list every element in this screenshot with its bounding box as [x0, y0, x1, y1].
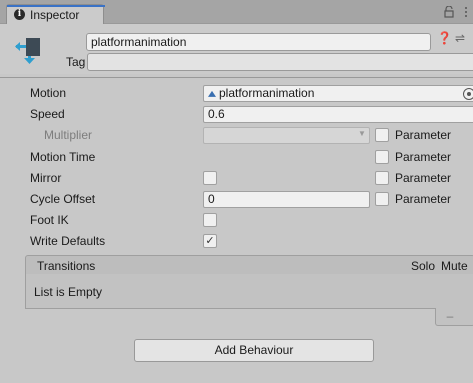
tab-active-indicator [7, 5, 105, 7]
foot-ik-checkbox[interactable] [203, 213, 217, 227]
header-divider [0, 77, 473, 78]
tag-label: Tag [66, 55, 86, 69]
state-name-input[interactable]: platformanimation [86, 33, 431, 51]
speed-input[interactable]: 0.6 [203, 106, 473, 123]
multiplier-dropdown[interactable] [203, 127, 370, 144]
mirror-checkbox[interactable] [203, 171, 217, 185]
motion-label: Motion [30, 86, 67, 100]
chevron-down-icon: ▼ [358, 129, 366, 138]
motion-time-parameter-checkbox[interactable] [375, 150, 389, 164]
add-behaviour-button[interactable]: Add Behaviour [134, 339, 374, 362]
lock-icon[interactable] [444, 6, 454, 18]
motion-field[interactable]: platformanimation [203, 85, 473, 102]
mute-column-header: Mute [441, 259, 468, 273]
help-icon[interactable]: ❓ [437, 31, 452, 45]
motion-time-label: Motion Time [30, 150, 96, 164]
cycle-offset-label: Cycle Offset [30, 192, 96, 206]
multiplier-parameter-checkbox[interactable] [375, 128, 389, 142]
tag-input[interactable] [87, 53, 473, 71]
cycle-offset-parameter-label: Parameter [395, 192, 452, 206]
transitions-title: Transitions [37, 259, 96, 273]
multiplier-label: Multiplier [44, 128, 93, 142]
mirror-parameter-checkbox[interactable] [375, 171, 389, 185]
write-defaults-checkbox[interactable]: ✓ [203, 234, 217, 248]
solo-column-header: Solo [411, 259, 436, 273]
speed-label: Speed [30, 107, 65, 121]
animator-state-icon [15, 38, 40, 64]
cycle-offset-parameter-checkbox[interactable] [375, 192, 389, 206]
info-icon: i [14, 9, 25, 20]
animation-clip-icon [208, 90, 216, 97]
kebab-menu-icon[interactable] [463, 6, 469, 18]
motion-value: platformanimation [219, 86, 315, 100]
foot-ik-label: Foot IK [30, 213, 69, 227]
tab-inspector-label: Inspector [30, 7, 80, 22]
write-defaults-label: Write Defaults [30, 234, 106, 248]
presets-icon[interactable]: ⇌ [455, 31, 465, 45]
motion-time-parameter-label: Parameter [395, 150, 452, 164]
cycle-offset-input[interactable]: 0 [203, 191, 370, 208]
mirror-label: Mirror [30, 171, 62, 185]
object-picker-icon[interactable] [463, 88, 473, 100]
remove-transition-button[interactable]: – [441, 309, 459, 323]
tab-inspector[interactable]: i Inspector [6, 4, 105, 24]
mirror-parameter-label: Parameter [395, 171, 452, 185]
list-empty-text: List is Empty [34, 285, 103, 299]
multiplier-parameter-label: Parameter [395, 128, 452, 142]
